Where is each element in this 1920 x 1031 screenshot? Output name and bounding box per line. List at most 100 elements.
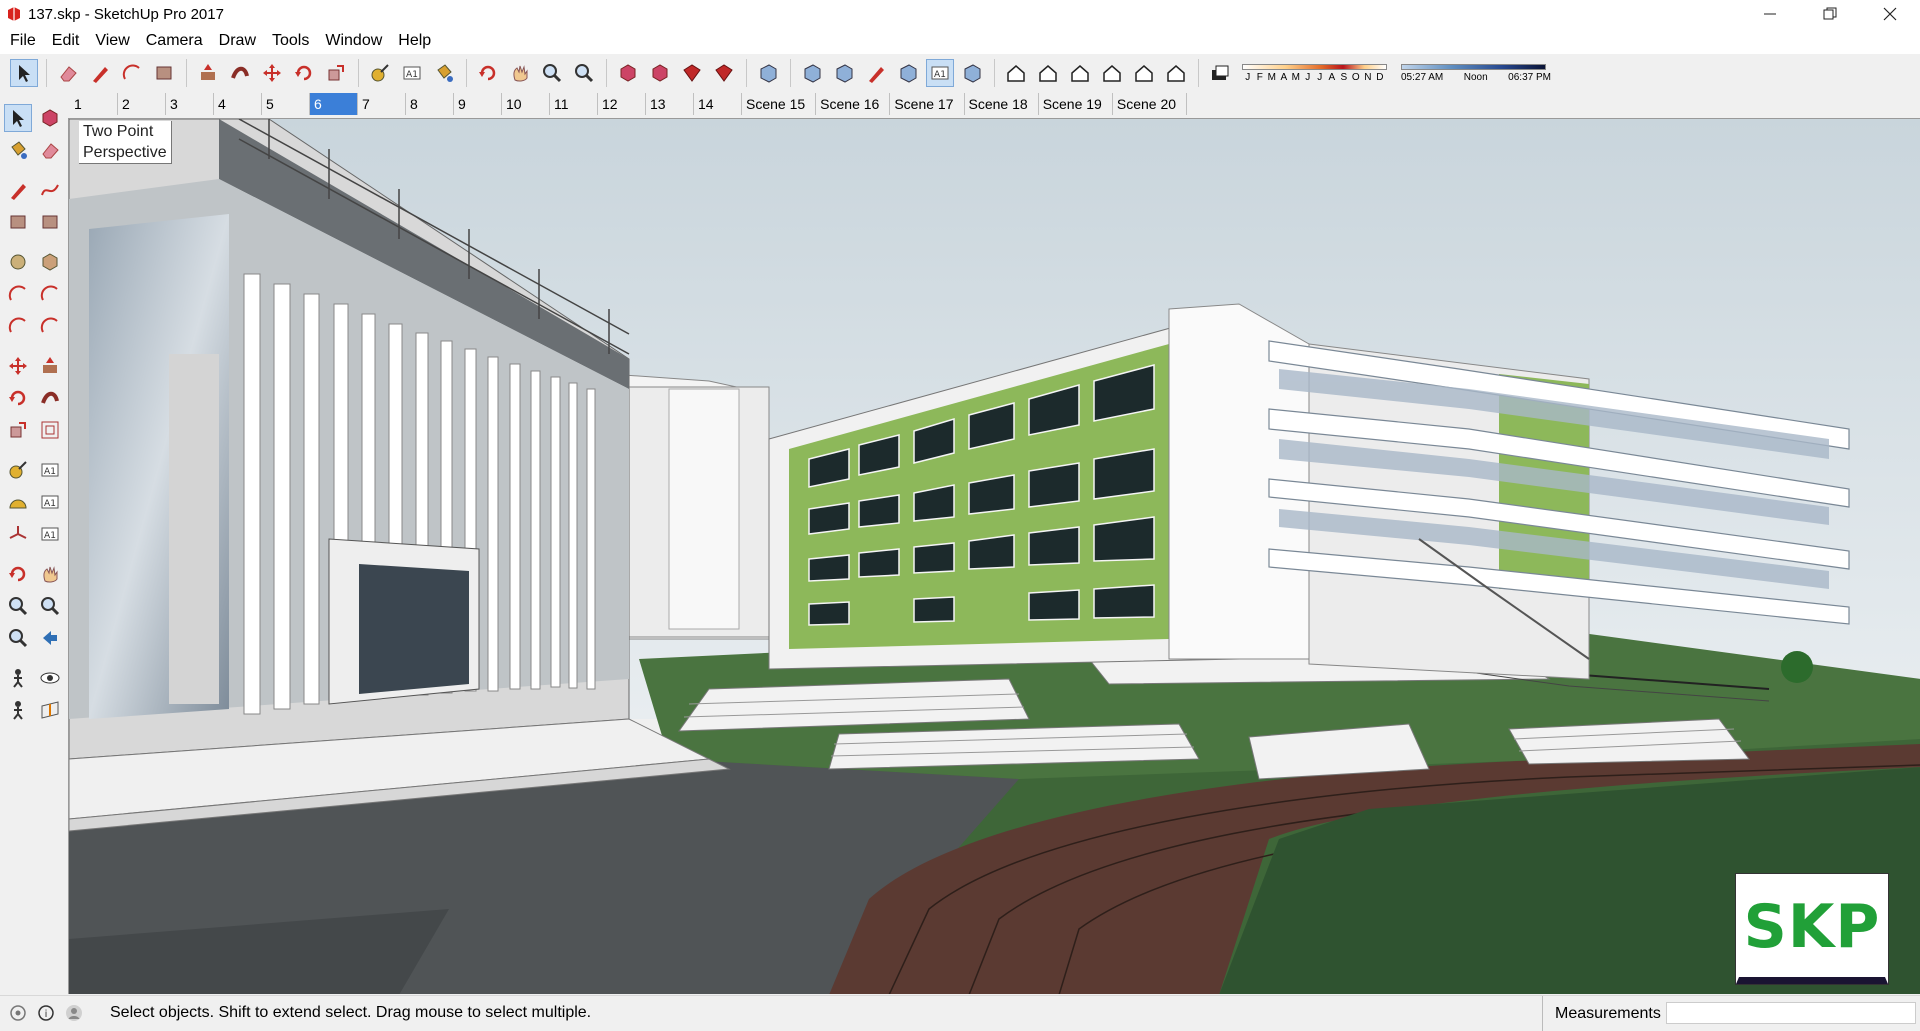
scene-tab[interactable]: Scene 19 [1039,93,1113,115]
move-tool-button[interactable] [258,59,286,87]
dimension-tool-button[interactable]: A1 [36,456,64,484]
follow-me-tool-button[interactable] [36,384,64,412]
scene-tab[interactable]: 8 [406,93,454,115]
scene-tab[interactable]: 9 [454,93,502,115]
scene-tab[interactable]: 10 [502,93,550,115]
scene-tab[interactable]: Scene 17 [890,93,965,115]
zoom-tool-button[interactable] [4,592,32,620]
text-tool-button[interactable]: A1 [398,59,426,87]
orbit-tool-button[interactable] [4,560,32,588]
three-point-arc-tool-button[interactable] [4,312,32,340]
scene-tab[interactable]: 1 [70,93,118,115]
ruby-console-tool-button[interactable] [710,59,738,87]
rotated-rectangle-tool-button[interactable] [36,208,64,236]
text-tool-button[interactable]: A1 [36,488,64,516]
scale-tool-button[interactable] [4,416,32,444]
pan-tool-button[interactable] [506,59,534,87]
back-view-tool-button[interactable] [1130,59,1158,87]
select-arrow-tool-button[interactable] [10,59,38,87]
front-view-tool-button[interactable] [1066,59,1094,87]
position-camera-tool-button[interactable] [4,664,32,692]
menu-edit[interactable]: Edit [44,28,88,54]
shadow-time-slider[interactable]: 05:27 AM Noon 06:37 PM [1401,63,1551,83]
monochrome-tool-button[interactable] [958,59,986,87]
warehouse-tool-button[interactable] [614,59,642,87]
select-tool-button[interactable] [4,104,32,132]
iso-view-tool-button[interactable] [1002,59,1030,87]
shadow-date-track[interactable] [1242,63,1387,70]
orbit-tool-button[interactable] [474,59,502,87]
top-view-tool-button[interactable] [1034,59,1062,87]
look-around-tool-button[interactable] [36,664,64,692]
scene-tab[interactable]: 13 [646,93,694,115]
offset-tool-button[interactable] [36,416,64,444]
credits-icon[interactable]: i [36,1003,56,1023]
zoom-tool-button[interactable] [538,59,566,87]
left-view-tool-button[interactable] [1162,59,1190,87]
shaded-textures-tool-button[interactable]: A1 [926,59,954,87]
eraser-tool-button[interactable] [36,136,64,164]
section-plane-tool-button[interactable] [36,696,64,724]
drawing-viewport[interactable]: Two Point Perspective SKP [68,118,1920,994]
scene-tab[interactable]: Scene 18 [965,93,1039,115]
follow-me-tool-button[interactable] [226,59,254,87]
pie-tool-button[interactable] [36,312,64,340]
eraser-tool-button[interactable] [54,59,82,87]
scene-tab[interactable]: Scene 16 [816,93,891,115]
tape-measure-tool-button[interactable] [366,59,394,87]
back-edges-tool-button[interactable] [798,59,826,87]
protractor-tool-button[interactable] [4,488,32,516]
xray-tool-button[interactable] [754,59,782,87]
component-tool-button[interactable] [36,104,64,132]
menu-camera[interactable]: Camera [138,28,211,54]
arc-tool-button[interactable] [118,59,146,87]
scene-tab[interactable]: 2 [118,93,166,115]
walk-tool-button[interactable] [4,696,32,724]
two-point-arc-tool-button[interactable] [36,280,64,308]
scene-tab[interactable]: 14 [694,93,742,115]
paint-bucket-tool-button[interactable] [4,136,32,164]
minimize-button[interactable] [1740,0,1800,28]
zoom-extents-tool-button[interactable] [570,59,598,87]
scene-tab[interactable]: 12 [598,93,646,115]
move-tool-button[interactable] [4,352,32,380]
scene-tab[interactable]: 4 [214,93,262,115]
shadows-toggle-tool-button[interactable] [1206,59,1234,87]
scene-tab[interactable]: 7 [358,93,406,115]
shapes-tool-button[interactable] [150,59,178,87]
polygon-tool-button[interactable] [36,248,64,276]
freehand-tool-button[interactable] [36,176,64,204]
rotate-tool-button[interactable] [4,384,32,412]
shadow-date-slider[interactable]: JFMAMJJASOND [1242,63,1387,83]
scene-tab[interactable]: 11 [550,93,598,115]
scene-tab[interactable]: 5 [262,93,310,115]
menu-view[interactable]: View [87,28,137,54]
wireframe-tool-button[interactable] [830,59,858,87]
rectangle-tool-button[interactable] [4,208,32,236]
push-pull-tool-button[interactable] [194,59,222,87]
shadow-time-track[interactable] [1401,63,1546,70]
hidden-line-tool-button[interactable] [862,59,890,87]
close-button[interactable] [1860,0,1920,28]
send-to-layout-tool-button[interactable] [678,59,706,87]
menu-draw[interactable]: Draw [211,28,264,54]
menu-tools[interactable]: Tools [264,28,317,54]
arc-tool-button[interactable] [4,280,32,308]
menu-window[interactable]: Window [317,28,390,54]
scene-tab[interactable]: Scene 15 [742,93,817,115]
scene-tab[interactable]: Scene 20 [1113,93,1188,115]
rotate-tool-button[interactable] [290,59,318,87]
pan-tool-button[interactable] [36,560,64,588]
menu-help[interactable]: Help [390,28,439,54]
menu-file[interactable]: File [2,28,44,54]
scene-tab[interactable]: 6 [310,93,358,115]
axes-tool-button[interactable] [4,520,32,548]
zoom-extents-tool-button[interactable] [4,624,32,652]
zoom-window-tool-button[interactable] [36,592,64,620]
scene-tab[interactable]: 3 [166,93,214,115]
scale-tool-button[interactable] [322,59,350,87]
restore-button[interactable] [1800,0,1860,28]
tape-measure-tool-button[interactable] [4,456,32,484]
previous-view-tool-button[interactable] [36,624,64,652]
3d-text-tool-button[interactable]: A1 [36,520,64,548]
